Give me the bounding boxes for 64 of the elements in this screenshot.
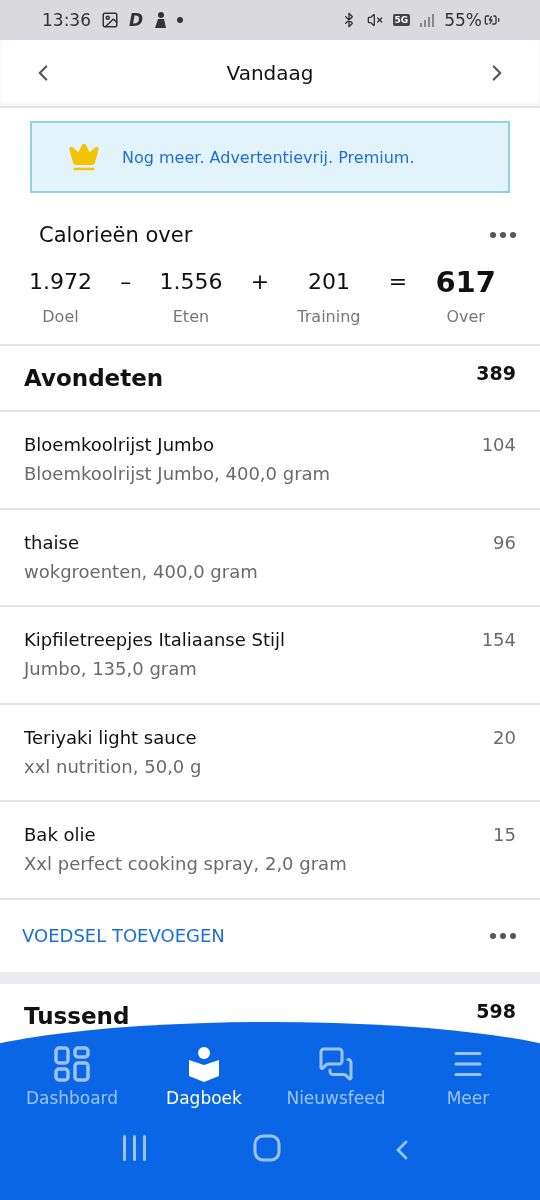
food-detail: Bloemkoolrijst Jumbo, 400,0 gram — [24, 463, 331, 484]
calorie-label: Over — [446, 307, 485, 326]
nav-tab[interactable]: Dashboard — [6, 1046, 138, 1108]
food-entry[interactable]: Kipfiletreepjes Italiaanse Stijl Jumbo, 135,0 gram 154 — [0, 607, 540, 705]
nav-tab[interactable]: Dagboek — [138, 1046, 270, 1108]
calorie-label: Doel — [42, 307, 79, 326]
more-dots-icon — [490, 932, 516, 939]
calorie-value: 617 — [435, 267, 496, 297]
food-name: Bak olie — [24, 824, 97, 845]
meal-total: 389 — [476, 362, 516, 384]
food-entry[interactable]: Bloemkoolrijst Jumbo Bloemkoolrijst Jumbo, 400,0 gram 104 — [0, 412, 540, 510]
status-time: 13:36 — [42, 10, 91, 30]
operator-sign: = — [388, 268, 408, 296]
dot-icon — [177, 17, 184, 23]
crown-icon — [68, 141, 100, 173]
meal-title: Avondeten — [24, 364, 164, 393]
food-entry[interactable]: Teriyaki light sauce xxl nutrition, 50,0 g 20 — [0, 704, 540, 802]
calorie-label: Training — [297, 307, 361, 326]
image-icon — [101, 11, 119, 29]
rounded-square-icon — [253, 1134, 281, 1162]
food-calories: 104 — [481, 434, 516, 457]
food-detail: Xxl perfect cooking spray, 2,0 gram — [24, 853, 347, 874]
calories-title: Calorieën over — [39, 223, 193, 247]
calorie-value: 1.556 — [159, 268, 223, 296]
reading-person-icon — [188, 1046, 220, 1082]
premium-banner[interactable]: Nog meer. Advertentievrij. Premium. — [30, 121, 510, 193]
date-title: Vandaag — [226, 61, 314, 85]
figure-icon — [153, 11, 168, 29]
calorie-value: 201 — [307, 268, 350, 296]
nav-tab[interactable]: Meer — [402, 1046, 534, 1108]
premium-text: Nog meer. Advertentievrij. Premium. — [122, 147, 415, 167]
operator-sign: + — [250, 268, 270, 296]
battery-icon — [484, 12, 500, 28]
food-detail: Jumbo, 135,0 gram — [24, 658, 198, 679]
food-name: Bloemkoolrijst Jumbo — [24, 434, 216, 455]
food-calories: 154 — [481, 629, 516, 652]
food-detail: xxl nutrition, 50,0 g — [24, 755, 202, 777]
meal-total: 598 — [476, 999, 516, 1022]
food-entry[interactable]: Bak olie Xxl perfect cooking spray, 2,0 gram 15 — [0, 802, 540, 900]
calorie-value: 1.972 — [29, 268, 92, 296]
app-letter: D — [129, 10, 144, 30]
food-calories: 20 — [493, 726, 516, 750]
nav-tab[interactable]: Nieuwsfeed — [270, 1046, 402, 1108]
grid-icon — [54, 1046, 90, 1082]
add-food-link[interactable]: VOEDSEL TOEVOEGEN — [22, 925, 225, 946]
mute-icon — [366, 12, 383, 28]
food-name: Kipfiletreepjes Italiaanse Stijl — [24, 629, 285, 650]
chat-bubbles-icon — [318, 1046, 354, 1082]
food-detail: wokgroenten, 400,0 gram — [24, 560, 258, 582]
food-calories: 96 — [493, 531, 516, 555]
three-bars-icon — [122, 1134, 149, 1162]
food-name: thaise — [24, 531, 80, 553]
battery-percent: 55% — [444, 10, 482, 30]
signal-icon — [420, 13, 435, 27]
operator-sign: – — [120, 268, 132, 296]
food-name: Teriyaki light sauce — [24, 726, 198, 748]
more-button[interactable] — [490, 932, 516, 939]
more-button[interactable] — [490, 232, 516, 238]
food-calories: 15 — [493, 824, 516, 847]
meal-title: Tussend — [24, 1001, 130, 1031]
food-entry[interactable]: thaise wokgroenten, 400,0 gram 96 — [0, 509, 540, 607]
network-label: 5G — [392, 14, 411, 26]
more-dots-icon — [490, 232, 516, 238]
calorie-label: Eten — [172, 307, 210, 326]
